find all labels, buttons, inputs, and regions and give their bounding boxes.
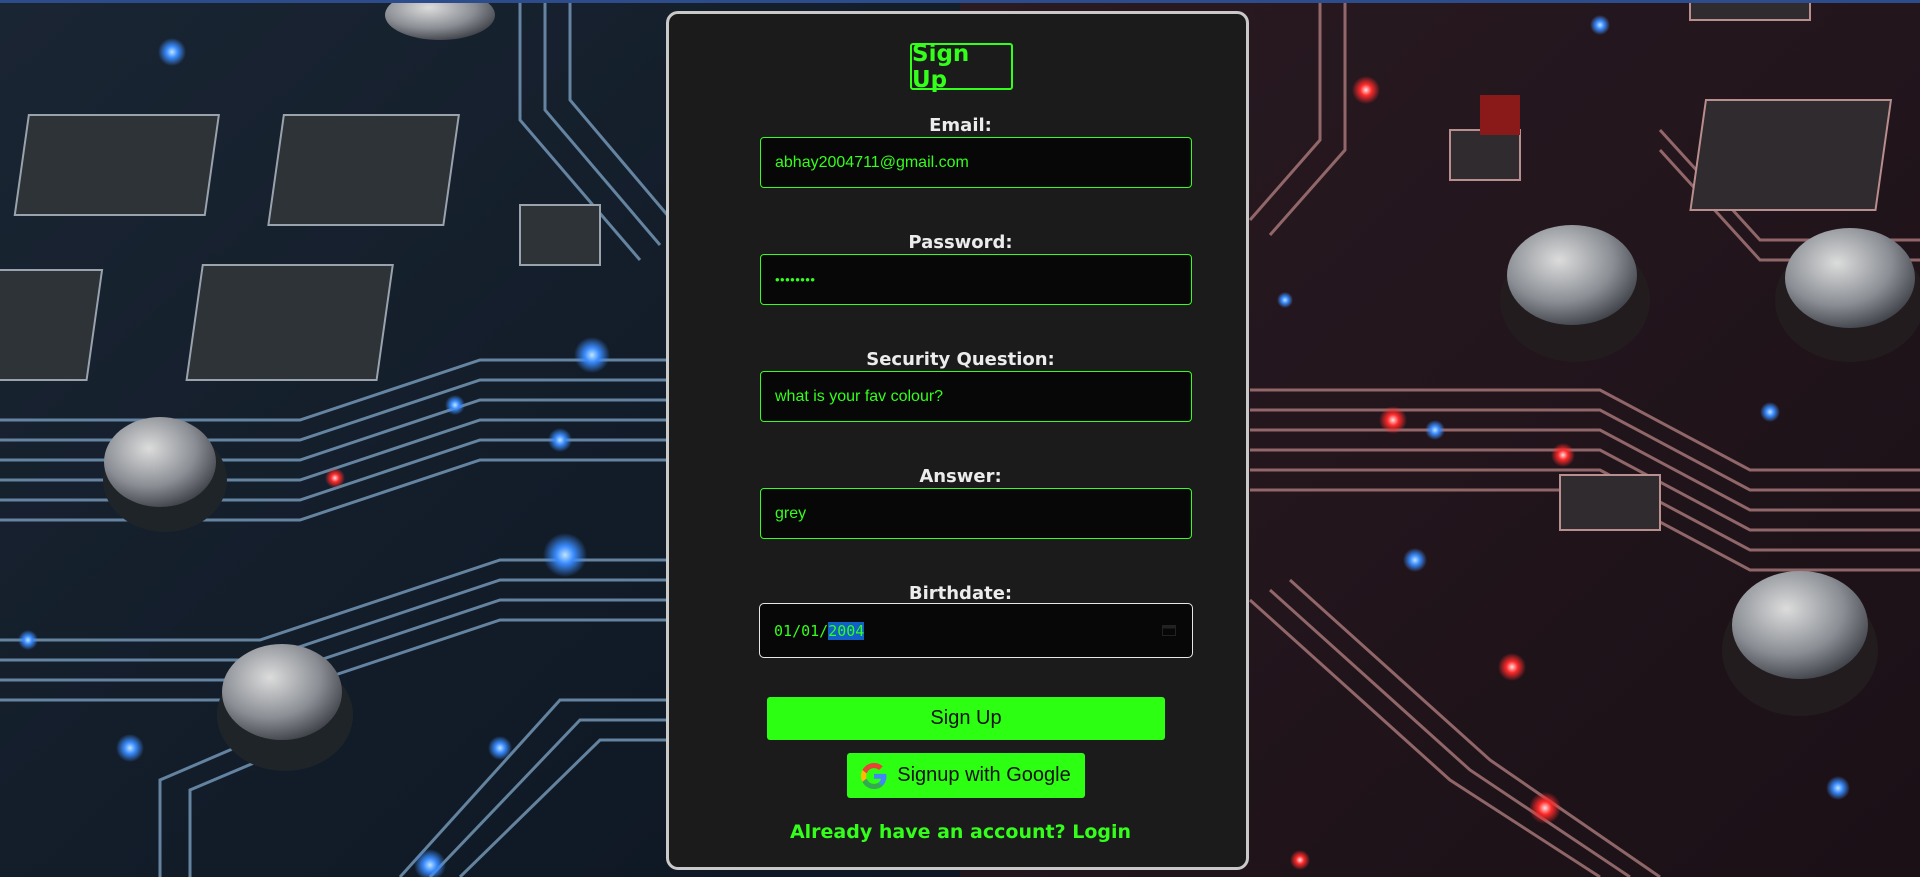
email-field[interactable]: abhay2004711@gmail.com [760,137,1192,188]
date-separator: / [792,621,802,640]
birthdate-label: Birthdate: [908,583,1013,604]
google-signup-button[interactable]: Signup with Google [847,753,1085,798]
top-accent-line [0,0,1920,3]
security-question-field[interactable]: what is your fav colour? [760,371,1192,422]
login-prompt-text: Already have an account? [789,821,1066,843]
birthdate-year[interactable]: 2004 [828,621,865,640]
birthdate-day[interactable]: 01 [801,622,819,640]
login-link[interactable]: Login [1072,821,1131,843]
answer-field[interactable]: grey [760,488,1192,539]
signup-card: Sign Up Email: abhay2004711@gmail.com Pa… [666,11,1249,870]
google-signup-label: Signup with Google [897,764,1071,786]
password-field[interactable]: •••••••• [760,254,1192,305]
email-label: Email: [929,115,992,136]
birthdate-month[interactable]: 01 [774,622,792,640]
birthdate-field[interactable]: 01/01/2004 [759,603,1193,658]
login-prompt-row: Already have an account? Login [669,821,1252,843]
signup-button[interactable]: Sign Up [767,697,1165,740]
answer-label: Answer: [919,466,1002,487]
page-title: Sign Up [910,41,1013,93]
calendar-icon[interactable] [1162,624,1176,636]
google-icon [861,762,887,789]
password-label: Password: [908,232,1013,253]
date-separator: / [819,621,829,640]
security-question-label: Security Question: [866,349,1055,370]
